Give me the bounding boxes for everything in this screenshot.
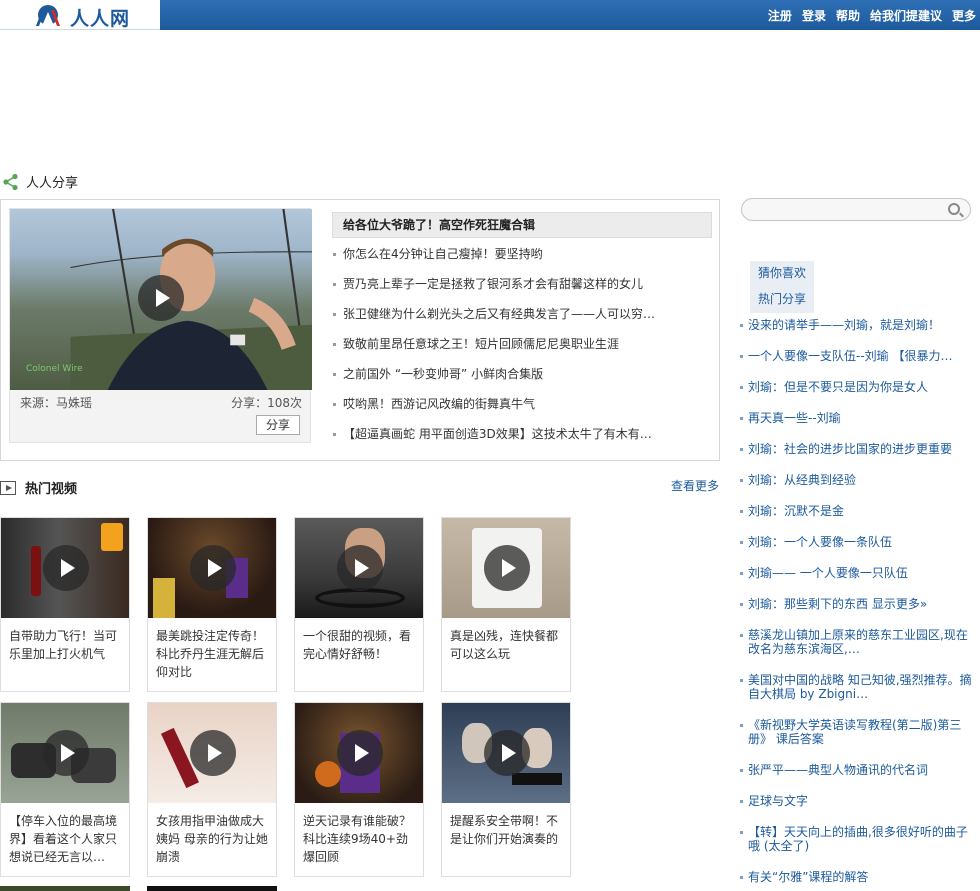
featured-video-thumbnail[interactable]: Colonel Wire <box>10 209 312 390</box>
play-button[interactable] <box>190 730 236 776</box>
video-section-title: 热门视频 <box>0 478 77 497</box>
share-section-title: 人人分享 <box>2 172 78 191</box>
video-thumbnail[interactable] <box>295 703 423 803</box>
video-caption[interactable]: 提醒系安全带啊！不是让你们开始演奏的 <box>450 812 564 848</box>
sidebar-item[interactable]: 【转】天天向上的插曲,很多很好听的曲子哦 (太全了) <box>740 825 976 853</box>
sidebar-item[interactable]: 张严平——典型人物通讯的代名词 <box>740 763 976 777</box>
video-card[interactable]: 女孩用指甲油做成大姨妈 母亲的行为让她崩溃 <box>147 702 277 877</box>
nav-login[interactable]: 登录 <box>802 7 826 24</box>
video-card[interactable]: 真是凶残，连快餐都可以这么玩 <box>441 517 571 692</box>
top-bar: 人人网 注册 登录 帮助 给我们提建议 更多 <box>0 0 980 30</box>
video-card[interactable]: 自带助力飞行！当可乐里加上打火机气 <box>0 517 130 692</box>
top-nav: 注册 登录 帮助 给我们提建议 更多 <box>758 0 976 30</box>
sidebar-item[interactable]: 有关“尔雅”课程的解答 <box>740 870 976 884</box>
sidebar-item[interactable]: 刘瑜：社会的进步比国家的进步更重要 <box>740 442 976 456</box>
share-section-label: 人人分享 <box>26 176 79 191</box>
sidebar-item[interactable]: 刘瑜—— 一个人要像一只队伍 <box>740 566 976 580</box>
sidebar-item[interactable]: 美国对中国的战略 知己知彼,强烈推荐。摘自大棋局 by Zbigni… <box>740 673 976 701</box>
nav-register[interactable]: 注册 <box>768 7 792 24</box>
nav-more[interactable]: 更多 <box>952 7 976 24</box>
thumbnail-watermark: Colonel Wire <box>26 364 83 374</box>
share-button[interactable]: 分享 <box>256 415 300 435</box>
play-button[interactable] <box>43 730 89 776</box>
sidebar-item[interactable]: 刘瑜：从经典到经验 <box>740 473 976 487</box>
play-button[interactable] <box>138 275 184 321</box>
sidebar-item[interactable]: 足球与文字 <box>740 794 976 808</box>
featured-share: Colonel Wire 来源：马姝瑶 分享：108次 分享 <box>9 208 312 443</box>
logo-icon <box>36 5 60 26</box>
video-icon <box>0 480 16 495</box>
video-thumbnail[interactable] <box>1 518 129 618</box>
play-button[interactable] <box>484 730 530 776</box>
featured-meta: 来源：马姝瑶 分享：108次 <box>20 394 302 411</box>
video-thumbnail[interactable] <box>148 703 276 803</box>
video-card[interactable]: 一个很甜的视频，看完心情好舒畅！ <box>294 517 424 692</box>
video-caption[interactable]: 逆天记录有谁能破？科比连续9场40+劲爆回顾 <box>303 812 417 866</box>
video-card[interactable]: 最美跳投注定传奇！科比乔丹生涯无解后仰对比 <box>147 517 277 692</box>
share-count: 分享：108次 <box>231 396 302 410</box>
share-list: 你怎么在4分钟让自己瘦掉！要坚持哟 贾乃亮上辈子一定是拯救了银河系才会有甜馨这样… <box>333 246 713 456</box>
video-caption[interactable]: 最美跳投注定传奇！科比乔丹生涯无解后仰对比 <box>156 627 270 681</box>
video-thumbnail[interactable] <box>148 518 276 618</box>
video-thumbnail-partial[interactable] <box>0 886 130 891</box>
video-thumbnail[interactable] <box>442 518 570 618</box>
sidebar-tabs: 猜你喜欢 热门分享 <box>750 261 814 313</box>
video-card[interactable]: 逆天记录有谁能破？科比连续9场40+劲爆回顾 <box>294 702 424 877</box>
share-box: Colonel Wire 来源：马姝瑶 分享：108次 分享 给各位大爷跪了！高… <box>0 199 720 461</box>
share-list-item[interactable]: 【超逼真画蛇 用平面创造3D效果】这技术太牛了有木有… <box>333 426 713 456</box>
nav-help[interactable]: 帮助 <box>836 7 860 24</box>
video-caption[interactable]: 真是凶残，连快餐都可以这么玩 <box>450 627 564 663</box>
play-button[interactable] <box>337 730 383 776</box>
sidebar-item[interactable]: 没来的请举手——刘瑜，就是刘瑜！ <box>740 318 976 332</box>
tab-hot-shares[interactable]: 热门分享 <box>750 287 814 313</box>
search-icon[interactable] <box>948 203 960 215</box>
share-list-item[interactable]: 贾乃亮上辈子一定是拯救了银河系才会有甜馨这样的女儿 <box>333 276 713 306</box>
view-more-link[interactable]: 查看更多 <box>671 477 719 494</box>
video-section-label: 热门视频 <box>25 482 78 497</box>
share-list-item[interactable]: 之前国外 “一秒变帅哥” 小鲜肉合集版 <box>333 366 713 396</box>
video-thumbnail-partial[interactable] <box>147 886 277 891</box>
sidebar-item[interactable]: 一个人要像一支队伍--刘瑜 【很暴力… <box>740 349 976 363</box>
video-thumbnail[interactable] <box>442 703 570 803</box>
video-card[interactable]: 【停车入位的最高境界】看着这个人家只想说已经无言以… <box>0 702 130 877</box>
logo[interactable]: 人人网 <box>0 0 160 30</box>
share-list-item[interactable]: 你怎么在4分钟让自己瘦掉！要坚持哟 <box>333 246 713 276</box>
sidebar-item[interactable]: 《新视野大学英语读写教程(第二版)第三册》 课后答案 <box>740 718 976 746</box>
share-icon <box>3 173 18 190</box>
video-caption[interactable]: 女孩用指甲油做成大姨妈 母亲的行为让她崩溃 <box>156 812 270 866</box>
video-caption[interactable]: 自带助力飞行！当可乐里加上打火机气 <box>9 627 123 663</box>
share-list-item[interactable]: 致敬前里昂任意球之王！短片回顾儒尼尼奥职业生涯 <box>333 336 713 366</box>
sidebar-item[interactable]: 慈溪龙山镇加上原来的慈东工业园区,现在改名为慈东滨海区,… <box>740 628 976 656</box>
video-thumbnail[interactable] <box>1 703 129 803</box>
source-label: 来源：马姝瑶 <box>20 396 93 410</box>
video-caption[interactable]: 一个很甜的视频，看完心情好舒畅！ <box>303 627 417 663</box>
share-list-item[interactable]: 哎哟黑！西游记风改编的街舞真牛气 <box>333 396 713 426</box>
sidebar-item[interactable]: 再天真一些--刘瑜 <box>740 411 976 425</box>
search-box[interactable] <box>741 198 971 221</box>
tab-guess-you-like[interactable]: 猜你喜欢 <box>750 261 814 287</box>
sidebar-item[interactable]: 刘瑜：那些剩下的东西 显示更多» <box>740 597 976 611</box>
sidebar-item[interactable]: 刘瑜：沉默不是金 <box>740 504 976 518</box>
sidebar-list: 没来的请举手——刘瑜，就是刘瑜！ 一个人要像一支队伍--刘瑜 【很暴力… 刘瑜：… <box>740 318 976 884</box>
sidebar-item[interactable]: 刘瑜：一个人要像一条队伍 <box>740 535 976 549</box>
video-caption[interactable]: 【停车入位的最高境界】看着这个人家只想说已经无言以… <box>9 812 123 866</box>
share-headline[interactable]: 给各位大爷跪了！高空作死狂魔合辑 <box>332 212 712 238</box>
video-card[interactable]: 提醒系安全带啊！不是让你们开始演奏的 <box>441 702 571 877</box>
logo-text: 人人网 <box>70 8 131 30</box>
share-list-item[interactable]: 张卫健继为什么剃光头之后又有经典发言了——人可以穷… <box>333 306 713 336</box>
sidebar-item[interactable]: 刘瑜：但是不要只是因为你是女人 <box>740 380 976 394</box>
play-button[interactable] <box>190 545 236 591</box>
video-thumbnail[interactable] <box>295 518 423 618</box>
play-button[interactable] <box>43 545 89 591</box>
nav-feedback[interactable]: 给我们提建议 <box>870 7 942 24</box>
play-button[interactable] <box>484 545 530 591</box>
search-input[interactable] <box>752 201 942 218</box>
play-button[interactable] <box>337 545 383 591</box>
